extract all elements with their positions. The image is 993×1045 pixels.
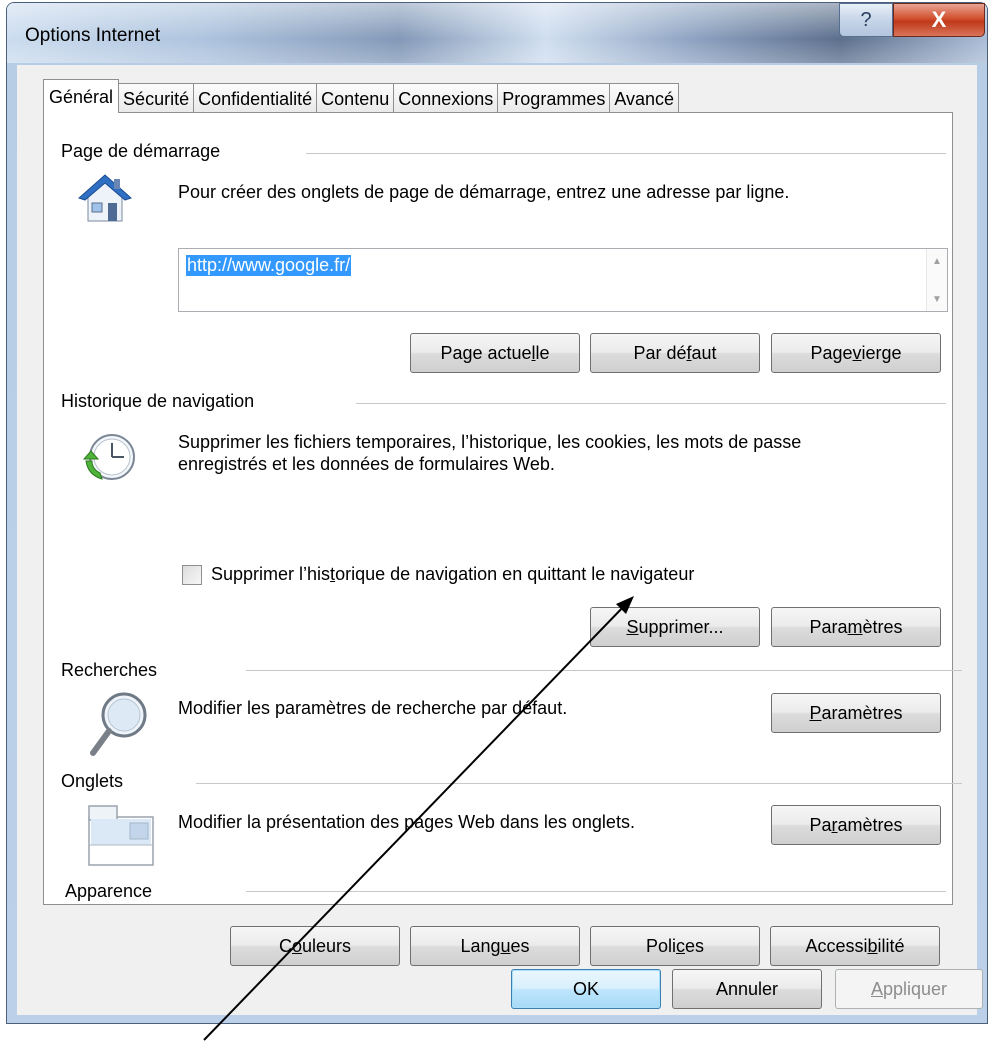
history-description-line2: enregistrés et les données de formulaire… <box>178 454 555 474</box>
tabs-settings-button[interactable]: Pa r amètres <box>771 805 941 845</box>
search-description: Modifier les paramètres de recherche par… <box>178 698 568 718</box>
colors-label-key: o <box>291 935 302 956</box>
general-tab-panel: Page de démarrage Pour créer des onglets… <box>43 112 962 905</box>
apply-label-b: ppliquer <box>882 978 948 999</box>
fonts-label-b: es <box>685 935 705 956</box>
help-button[interactable]: ? <box>839 3 893 37</box>
accessibility-button[interactable]: Accessi b ilité <box>770 926 940 966</box>
tab-connexions[interactable]: Connexions <box>393 83 499 113</box>
fonts-label-key: c <box>676 935 685 956</box>
tabs-section-title: Onglets <box>61 771 124 791</box>
accessibility-label-a: Accessi <box>805 935 868 956</box>
history-settings-button[interactable]: Para m ètres <box>771 607 941 647</box>
languages-label-key: u <box>500 935 511 956</box>
scroll-down-icon[interactable]: ▼ <box>927 289 947 309</box>
close-icon: X <box>931 7 947 32</box>
history-description-line1: Supprimer les fichiers temporaires, l’hi… <box>178 432 802 452</box>
current-page-label-a: Page actue <box>440 342 532 363</box>
default-page-button[interactable]: Par dé f aut <box>590 333 760 373</box>
languages-label-a: Lang <box>460 935 501 956</box>
history-settings-label-a: Para <box>809 616 848 637</box>
apply-button: Appliquer <box>835 969 983 1009</box>
options-internet-window: Options Internet ? X Général Sécurité Co… <box>6 2 988 1024</box>
magnifier-icon <box>90 692 147 756</box>
tab-contenu[interactable]: Contenu <box>316 83 395 113</box>
fonts-label-a: Poli <box>645 935 676 956</box>
textarea-scrollbar[interactable]: ▲ ▼ <box>926 249 947 311</box>
apply-label-key: A <box>870 978 883 999</box>
default-page-label-b: aut <box>691 342 717 363</box>
search-divider <box>246 670 962 671</box>
tab-strip: Général Sécurité Confidentialité Contenu… <box>43 79 680 113</box>
history-settings-label-key: m <box>847 616 863 637</box>
tab-securite[interactable]: Sécurité <box>118 83 195 113</box>
current-page-button[interactable]: Page actue l le <box>410 333 580 373</box>
colors-label-b: uleurs <box>301 935 352 956</box>
history-divider <box>356 403 946 404</box>
tabs-settings-label-b: amètres <box>837 814 903 835</box>
checkbox-label-a: Supprimer l’his <box>211 564 331 584</box>
appearance-divider <box>246 891 946 892</box>
search-settings-label-b: aramètres <box>821 702 903 723</box>
history-settings-label-b: ètres <box>862 616 903 637</box>
startup-section-title: Page de démarrage <box>61 141 221 161</box>
default-page-label-a: Par dé <box>633 342 687 363</box>
cancel-button[interactable]: Annuler <box>672 969 822 1009</box>
delete-history-button[interactable]: Supprimer... <box>590 607 760 647</box>
blank-page-label-key: v <box>852 342 862 363</box>
delete-history-on-exit-checkbox[interactable] <box>182 565 202 585</box>
languages-label-b: es <box>510 935 530 956</box>
scroll-up-icon[interactable]: ▲ <box>927 251 947 271</box>
colors-label-a: C <box>278 935 292 956</box>
delete-label-b: upprimer... <box>638 616 724 637</box>
fonts-button[interactable]: Poli c es <box>590 926 760 966</box>
startup-urls-textarea[interactable]: http://www.google.fr/ ▲ ▼ <box>178 248 948 312</box>
dialog-client-area: Général Sécurité Confidentialité Contenu… <box>17 65 983 1015</box>
tab-confidentialite[interactable]: Confidentialité <box>193 83 318 113</box>
startup-divider <box>306 153 946 154</box>
accessibility-label-b: ilité <box>877 935 905 956</box>
delete-label-key: S <box>626 616 639 637</box>
tabs-divider <box>196 783 962 784</box>
current-page-label-b: le <box>535 342 550 363</box>
home-icon <box>78 174 132 222</box>
blank-page-label-b: ierge <box>861 342 902 363</box>
appearance-section-title: Apparence <box>65 881 153 901</box>
accessibility-label-key: b <box>867 935 878 956</box>
tab-general[interactable]: Général <box>43 79 120 113</box>
help-icon: ? <box>860 8 872 31</box>
close-button[interactable]: X <box>893 3 985 37</box>
tab-avance[interactable]: Avancé <box>609 83 680 113</box>
checkbox-label-b: orique de navigation en quittant le navi… <box>335 564 695 584</box>
blank-page-button[interactable]: Page v ierge <box>771 333 941 373</box>
tabs-description: Modifier la présentation des pages Web d… <box>178 812 635 832</box>
search-settings-label-key: P <box>809 702 822 723</box>
startup-url-value: http://www.google.fr/ <box>186 255 352 276</box>
delete-history-on-exit-label[interactable]: Supprimer l’historique de navigation en … <box>211 563 694 585</box>
search-settings-button[interactable]: Paramètres <box>771 693 941 733</box>
tab-programmes[interactable]: Programmes <box>497 83 611 113</box>
colors-button[interactable]: Co uleurs <box>230 926 400 966</box>
blank-page-label-a: Page <box>810 342 853 363</box>
languages-button[interactable]: Lang u es <box>410 926 580 966</box>
history-clock-icon <box>82 434 135 480</box>
tabs-settings-label-a: Pa <box>809 814 832 835</box>
ok-button[interactable]: OK <box>511 969 661 1009</box>
startup-description: Pour créer des onglets de page de démarr… <box>178 182 790 202</box>
history-section-title: Historique de navigation <box>61 391 255 411</box>
window-title: Options Internet <box>25 25 161 46</box>
search-section-title: Recherches <box>61 660 158 680</box>
tabs-window-icon <box>88 805 154 866</box>
